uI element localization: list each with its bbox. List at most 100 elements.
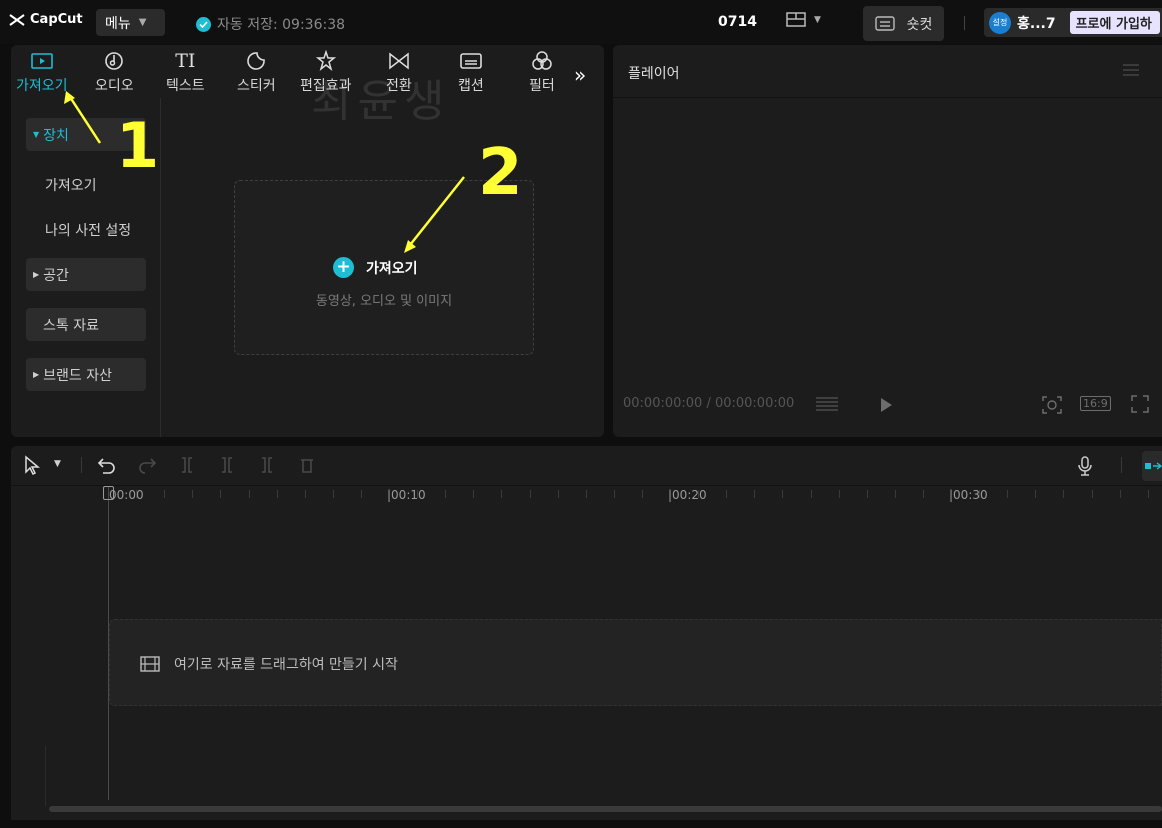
autosave-status: 자동 저장: 09:36:38 — [196, 14, 345, 34]
double-chevron-right-icon[interactable]: » — [574, 63, 586, 87]
tab-text[interactable]: TI 텍스트 — [166, 50, 205, 95]
tab-label: 필터 — [529, 78, 555, 94]
drop-text: 여기로 자료를 드래그하여 만들기 시작 — [174, 657, 398, 673]
ruler-tick — [530, 490, 531, 498]
ruler-tick — [136, 490, 137, 498]
timeline-toolbar: ▼ — [11, 446, 1162, 486]
watermark: 최윤생 — [311, 76, 451, 127]
ruler-tick — [642, 490, 643, 498]
divider — [1121, 457, 1122, 473]
caption-icon — [459, 50, 483, 72]
ruler-label: |00:30 — [949, 488, 988, 502]
divider — [613, 97, 1162, 98]
playhead-handle[interactable] — [103, 486, 114, 500]
ruler-tick — [782, 490, 783, 498]
layout-icon — [786, 12, 806, 27]
shortcut-button[interactable]: 숏컷 — [863, 6, 944, 41]
import-title: 가져오기 — [366, 260, 418, 277]
menu-button[interactable]: 메뉴 ▼ — [96, 9, 165, 36]
pro-upgrade-button[interactable]: 프로에 가입하 — [1069, 11, 1160, 34]
ruler-tick — [220, 490, 221, 498]
timeline-ruler[interactable]: 00:00 |00:10 |00:20 |00:30 — [11, 486, 1162, 510]
aspect-ratio-button[interactable]: 16:9 — [1080, 396, 1111, 411]
timeline-scrollbar[interactable] — [49, 806, 1162, 812]
delete-icon[interactable] — [299, 456, 315, 478]
divider — [45, 746, 46, 806]
play-icon[interactable] — [879, 397, 893, 417]
sidebar-item-import[interactable]: 가져오기 — [45, 175, 97, 195]
layout-button[interactable]: ▼ — [786, 12, 821, 28]
link-icon — [1145, 462, 1162, 470]
fit-view-icon[interactable] — [1041, 395, 1063, 419]
tab-import[interactable]: 가져오기 — [16, 50, 68, 95]
ruler-tick — [923, 490, 924, 498]
ruler-tick — [1148, 490, 1149, 498]
track-link-button[interactable] — [1142, 451, 1162, 481]
autosave-text: 자동 저장: 09:36:38 — [217, 17, 346, 33]
ruler-tick — [586, 490, 587, 498]
chevron-down-icon: ▼ — [138, 17, 147, 28]
ruler-tick — [445, 490, 446, 498]
media-panel: 가져오기 오디오 TI 텍스트 스티커 편집효과 전환 캡션 필터 » ▼ 장치… — [11, 45, 604, 437]
sticker-icon — [246, 50, 266, 72]
plus-icon: + — [333, 257, 354, 278]
tab-label: 오디오 — [95, 78, 134, 94]
ruler-tick — [614, 490, 615, 498]
import-button[interactable]: + 가져오기 — [333, 257, 418, 278]
filter-icon — [531, 50, 553, 72]
media-tabs: 가져오기 오디오 TI 텍스트 스티커 편집효과 전환 캡션 필터 » — [11, 45, 604, 98]
player-title: 플레이어 — [628, 66, 680, 82]
ruler-tick — [501, 490, 502, 498]
ruler-tick — [1120, 490, 1121, 498]
chevron-down-icon[interactable]: ▼ — [54, 459, 61, 469]
username[interactable]: 홍...7 — [1017, 13, 1056, 33]
waveform-icon[interactable] — [814, 395, 840, 419]
capcut-logo-icon — [9, 13, 25, 26]
tab-label: 캡션 — [458, 78, 484, 94]
ruler-tick — [249, 490, 250, 498]
keyboard-icon — [874, 16, 895, 31]
ruler-label: 00:00 — [109, 488, 144, 502]
ruler-tick — [979, 490, 980, 498]
sidebar-item-space[interactable]: ▶ 공간 — [26, 258, 146, 291]
caret-down-icon: ▼ — [33, 130, 40, 139]
split-left-icon[interactable] — [219, 456, 235, 478]
redo-icon[interactable] — [137, 456, 157, 478]
microphone-icon[interactable] — [1077, 455, 1093, 481]
split-right-icon[interactable] — [259, 456, 275, 478]
user-account[interactable]: 설정 홍...7 프로에 가입하 — [984, 8, 1162, 37]
tab-label: 스티커 — [237, 78, 276, 94]
timeline-drop-zone[interactable]: 여기로 자료를 드래그하여 만들기 시작 — [109, 619, 1162, 706]
sidebar-item-my-presets[interactable]: 나의 사전 설정 — [45, 220, 131, 240]
tab-sticker[interactable]: 스티커 — [237, 50, 276, 95]
tab-label: 가져오기 — [16, 78, 68, 94]
ruler-tick — [164, 490, 165, 498]
ruler-label: |00:20 — [668, 488, 707, 502]
sidebar-item-label: 브랜드 자산 — [43, 367, 113, 384]
project-name[interactable]: 0714 — [718, 14, 757, 30]
ruler-tick — [1007, 490, 1008, 498]
ruler-tick — [895, 490, 896, 498]
split-icon[interactable] — [179, 456, 195, 478]
sidebar-item-stock[interactable]: 스톡 자료 — [26, 308, 146, 341]
caret-right-icon: ▶ — [33, 370, 40, 379]
check-icon — [196, 16, 211, 32]
tab-caption[interactable]: 캡션 — [458, 50, 484, 95]
logo-text: CapCut — [30, 12, 83, 27]
tab-label: 텍스트 — [166, 78, 205, 94]
film-icon — [140, 656, 160, 672]
avatar[interactable]: 설정 — [989, 11, 1011, 34]
ruler-tick — [726, 490, 727, 498]
tab-audio[interactable]: 오디오 — [95, 50, 134, 95]
timeline-panel: ▼ 00:00 |00:10 |00:20 |00:30 여기로 자료를 드래그… — [11, 446, 1162, 820]
menu-label: 메뉴 — [105, 15, 131, 32]
ruler-tick — [558, 490, 559, 498]
tab-filter[interactable]: 필터 — [529, 50, 555, 95]
undo-icon[interactable] — [97, 456, 117, 478]
sidebar-item-label: 장치 — [43, 127, 69, 144]
select-cursor-icon[interactable] — [23, 455, 41, 479]
sidebar-item-brand[interactable]: ▶ 브랜드 자산 — [26, 358, 146, 391]
hamburger-menu-icon[interactable] — [1123, 63, 1139, 81]
text-icon: TI — [175, 50, 196, 72]
fullscreen-icon[interactable] — [1131, 395, 1149, 417]
